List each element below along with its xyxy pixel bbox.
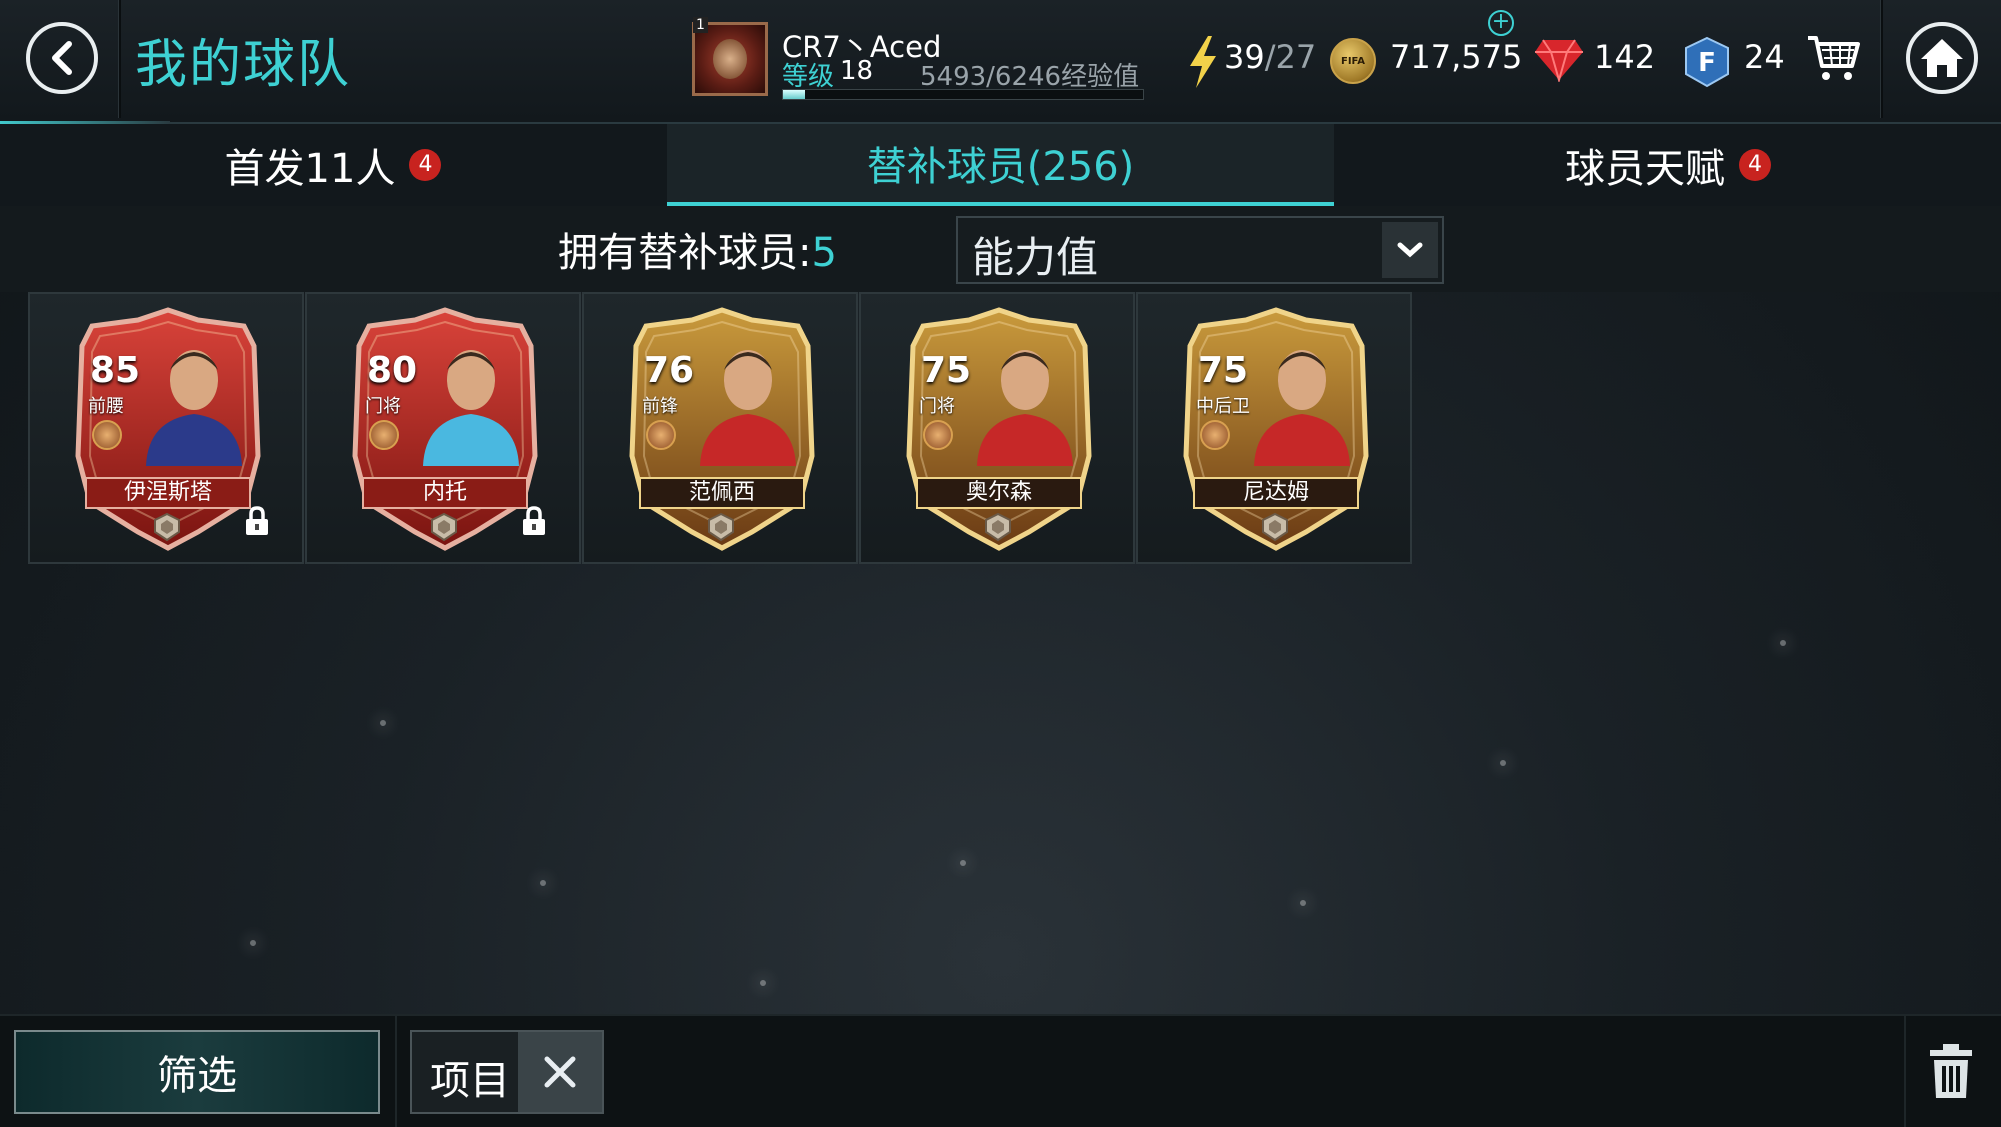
gem-balance: 142 [1594,38,1656,76]
notification-badge: 4 [409,149,442,181]
energy-current: 39 [1224,38,1265,76]
add-currency-button[interactable]: + [1488,10,1514,36]
sort-selected-value: 能力值 [972,233,1099,282]
level-label: 等级 [782,62,835,92]
player-rating: 75 [921,350,972,391]
xp-text: 5493/6246经验值 [920,62,1140,92]
club-crest-icon [431,512,457,542]
nation-flag-icon [369,420,399,450]
nation-flag-icon [646,420,676,450]
player-card-slot[interactable]: 85 前腰 伊涅斯塔 [28,292,304,564]
player-rating: 85 [90,350,141,391]
substitute-count: 拥有替补球员:5 [558,220,837,278]
coin-balance: 717,575 [1390,38,1523,76]
club-crest-icon [708,512,734,542]
lightning-icon [1190,36,1216,88]
player-position: 门将 [919,396,955,417]
filter-chip[interactable]: 项目 [410,1030,604,1114]
fifa-coin-icon: FIFA [1330,38,1376,84]
club-crest-icon [1262,512,1288,542]
divider [1880,0,1883,118]
player-card[interactable]: 85 前腰 伊涅斯塔 [68,306,268,552]
player-portrait [1254,350,1350,466]
tab-label: 替补球员(256) [866,144,1135,190]
player-portrait [423,350,519,466]
divider [1904,1016,1906,1127]
avatar[interactable]: 1 [692,17,768,96]
player-card-slot[interactable]: 76 前锋 范佩西 [582,292,858,564]
chevron-down-icon[interactable] [1382,222,1438,278]
fifa-points-balance: 24 [1744,38,1785,76]
player-rating: 76 [644,350,695,391]
rank-badge: 1 [693,17,708,33]
tab-player-talent[interactable]: 球员天赋 4 [1335,124,2001,206]
club-crest-icon [985,512,1011,542]
player-card[interactable]: 75 中后卫 尼达姆 [1176,306,1376,552]
player-portrait [700,350,796,466]
player-name-label: 伊涅斯塔 [123,480,212,505]
substitutes-toolbar: 拥有替补球员:5 能力值 [0,206,2001,292]
filter-button[interactable]: 筛选 [14,1030,380,1114]
sort-dropdown[interactable]: 能力值 [956,216,1444,284]
player-card[interactable]: 80 门将 内托 [345,306,545,552]
chevron-left-icon [52,41,72,75]
player-card[interactable]: 75 门将 奥尔森 [899,306,1099,552]
trash-icon[interactable] [1928,1042,1974,1100]
level-value: 18 [840,56,874,86]
avatar-image [713,39,747,79]
player-card-slot[interactable]: 75 中后卫 尼达姆 [1136,292,1412,564]
shopping-cart-icon[interactable] [1806,34,1860,84]
player-position: 门将 [365,396,401,417]
filter-chip-label: 项目 [430,1058,510,1104]
notification-badge: 4 [1739,149,1771,181]
player-card-slot[interactable]: 75 门将 奥尔森 [859,292,1135,564]
player-rating: 80 [367,350,418,391]
nation-flag-icon [92,420,122,450]
energy-value: 39/27 [1224,38,1316,76]
player-name-label: 尼达姆 [1242,480,1309,505]
divider [118,0,121,118]
tab-bar: 首发11人 4 替补球员(256) 球员天赋 4 [0,124,2001,206]
tab-label: 球员天赋 [1565,146,1725,192]
player-card-slot[interactable]: 80 门将 内托 [305,292,581,564]
tab-substitutes[interactable]: 替补球员(256) [667,124,1334,206]
player-rating: 75 [1198,350,1249,391]
player-card[interactable]: 76 前锋 范佩西 [622,306,822,552]
close-icon[interactable] [518,1032,602,1112]
gem-icon [1535,39,1583,82]
top-bar: 我的球队 1 CR7丶Aced 等级 18 5493/6246经验值 39/27… [0,0,2001,125]
divider [395,1016,397,1127]
svg-text:F: F [1698,48,1716,78]
substitute-count-value: 5 [811,230,837,276]
lock-icon [523,506,545,535]
fifa-points-icon: F [1685,36,1729,88]
player-name-label: 范佩西 [688,480,755,505]
page-title: 我的球队 [135,35,352,95]
back-button[interactable] [26,22,98,94]
tab-starting-eleven[interactable]: 首发11人 4 [0,124,666,206]
substitute-card-grid: 85 前腰 伊涅斯塔 80 门将 内托 76 前锋 范佩西 75 门将 奥尔森 … [28,292,1416,566]
nation-flag-icon [923,420,953,450]
player-name-label: 奥尔森 [965,480,1032,505]
player-portrait [146,350,242,466]
club-crest-icon [154,512,180,542]
player-position: 前腰 [88,396,124,417]
xp-progress-fill [783,90,805,99]
player-name-label: 内托 [422,480,467,505]
player-portrait [977,350,1073,466]
substitute-count-label: 拥有替补球员: [558,230,812,276]
player-position: 中后卫 [1196,396,1250,417]
lock-icon [246,506,268,535]
home-icon [1921,39,1963,77]
xp-progress-bar [782,89,1144,100]
player-position: 前锋 [642,396,678,417]
nation-flag-icon [1200,420,1230,450]
tab-label: 首发11人 [224,146,396,192]
energy-max: /27 [1264,38,1317,76]
home-button[interactable] [1906,22,1978,94]
bottom-bar: 筛选 项目 [0,1014,2001,1127]
